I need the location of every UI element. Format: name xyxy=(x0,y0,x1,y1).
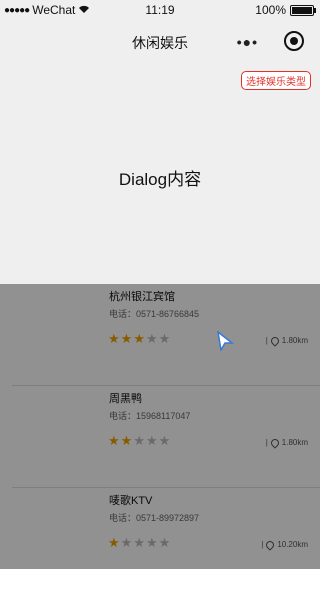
battery-icon xyxy=(290,4,316,16)
overlay-mask[interactable] xyxy=(0,284,320,569)
close-icon[interactable] xyxy=(284,31,304,51)
cursor-icon xyxy=(216,330,235,356)
select-type-button[interactable]: 选择娱乐类型 xyxy=(241,71,311,90)
dialog: 选择娱乐类型 Dialog内容 xyxy=(0,62,320,284)
page-title: 休闲娱乐 xyxy=(132,35,188,51)
status-bar: ●●●●● WeChat 11:19 100% xyxy=(0,0,320,20)
dialog-content: Dialog内容 xyxy=(118,170,202,189)
status-right: 100% xyxy=(255,3,316,17)
nav-bar: 休闲娱乐 •●• xyxy=(0,20,320,62)
battery-label: 100% xyxy=(255,3,286,17)
more-icon[interactable]: •●• xyxy=(237,34,258,50)
